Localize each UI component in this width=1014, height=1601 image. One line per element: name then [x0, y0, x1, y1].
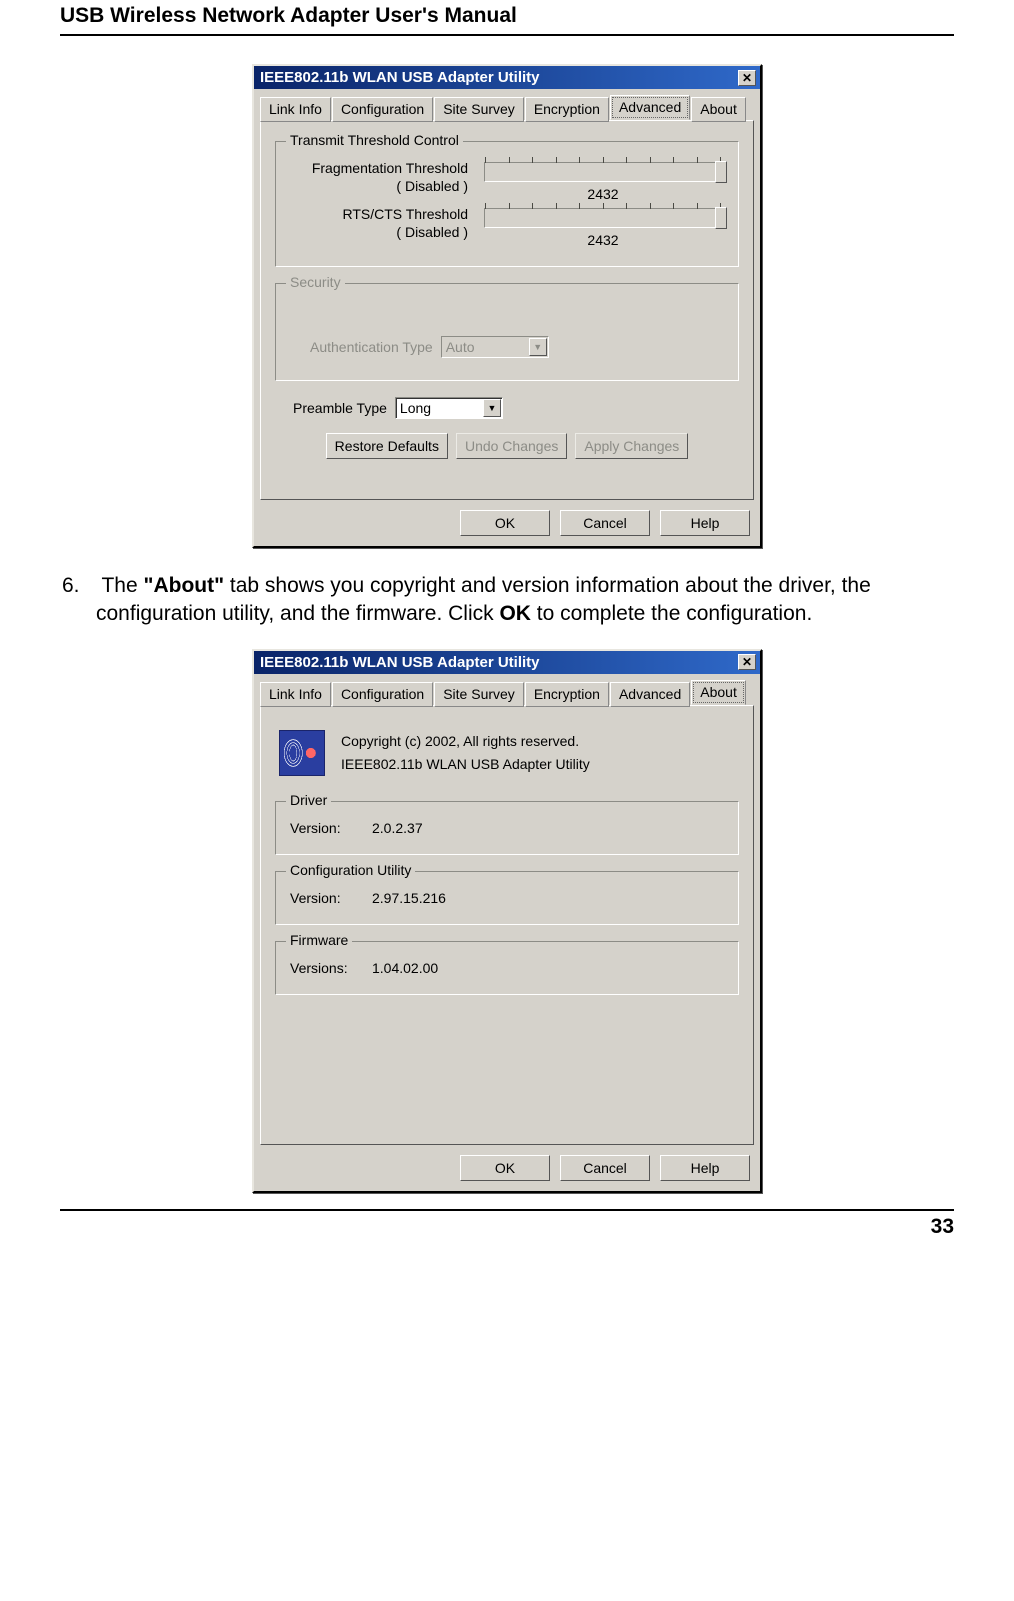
tabstrip: Link Info Configuration Site Survey Encr… [254, 674, 760, 705]
tab-about[interactable]: About [691, 97, 746, 122]
tabstrip: Link Info Configuration Site Survey Encr… [254, 89, 760, 120]
close-icon[interactable]: ✕ [738, 70, 756, 86]
firmware-version-label: Versions: [290, 960, 360, 976]
help-button[interactable]: Help [660, 510, 750, 536]
instr-bold-ok: OK [499, 602, 531, 625]
group-driver: Driver Version: 2.0.2.37 [275, 801, 739, 855]
auth-type-label: Authentication Type [310, 339, 433, 355]
cancel-button[interactable]: Cancel [560, 1155, 650, 1181]
header-rule [60, 34, 954, 36]
about-dialog: IEEE802.11b WLAN USB Adapter Utility ✕ L… [252, 649, 762, 1193]
tab-about[interactable]: About [691, 680, 746, 705]
auth-type-value: Auto [442, 339, 528, 355]
instruction-step-6: 6. The "About" tab shows you copyright a… [60, 572, 954, 629]
step-number: 6. [62, 572, 96, 600]
advanced-panel: Transmit Threshold Control Fragmentation… [260, 120, 754, 500]
tab-configuration[interactable]: Configuration [332, 97, 433, 122]
titlebar: IEEE802.11b WLAN USB Adapter Utility ✕ [254, 66, 760, 89]
rts-threshold-label: RTS/CTS Threshold ( Disabled ) [290, 206, 468, 241]
group-config-utility: Configuration Utility Version: 2.97.15.2… [275, 871, 739, 925]
config-util-version-value: 2.97.15.216 [372, 890, 446, 906]
tab-link-info[interactable]: Link Info [260, 682, 331, 707]
preamble-type-value: Long [396, 400, 482, 416]
help-button[interactable]: Help [660, 1155, 750, 1181]
driver-version-label: Version: [290, 820, 360, 836]
ok-button[interactable]: OK [460, 1155, 550, 1181]
group-firmware-legend: Firmware [286, 932, 352, 948]
group-transmit-threshold: Transmit Threshold Control Fragmentation… [275, 141, 739, 267]
wireless-icon [279, 730, 325, 776]
chevron-down-icon[interactable]: ▼ [483, 399, 501, 417]
group-firmware: Firmware Versions: 1.04.02.00 [275, 941, 739, 995]
auth-type-combo: Auto ▼ [441, 336, 549, 358]
instr-bold-about: "About" [144, 574, 225, 597]
group-driver-legend: Driver [286, 792, 331, 808]
about-text: Copyright (c) 2002, All rights reserved.… [341, 730, 590, 778]
footer-rule [60, 1209, 954, 1211]
config-util-version-label: Version: [290, 890, 360, 906]
frag-threshold-slider[interactable] [484, 162, 722, 182]
tab-advanced[interactable]: Advanced [610, 682, 690, 707]
group-config-utility-legend: Configuration Utility [286, 862, 415, 878]
slider-thumb-icon[interactable] [715, 161, 727, 183]
tab-site-survey[interactable]: Site Survey [434, 97, 524, 122]
copyright-text: Copyright (c) 2002, All rights reserved. [341, 730, 590, 754]
preamble-type-combo[interactable]: Long ▼ [395, 397, 503, 419]
frag-threshold-value: 2432 [478, 186, 728, 202]
tab-site-survey[interactable]: Site Survey [434, 682, 524, 707]
tab-encryption[interactable]: Encryption [525, 97, 609, 122]
tab-configuration[interactable]: Configuration [332, 682, 433, 707]
group-transmit-legend: Transmit Threshold Control [286, 132, 463, 148]
restore-defaults-button[interactable]: Restore Defaults [326, 433, 448, 459]
group-security-legend: Security [286, 274, 345, 290]
instr-text: to complete the configuration. [531, 602, 812, 625]
driver-version-value: 2.0.2.37 [372, 820, 423, 836]
rts-threshold-slider[interactable] [484, 208, 722, 228]
group-security: Security Authentication Type Auto ▼ [275, 283, 739, 381]
window-title: IEEE802.11b WLAN USB Adapter Utility [260, 654, 540, 671]
tab-advanced[interactable]: Advanced [610, 95, 690, 120]
close-icon[interactable]: ✕ [738, 654, 756, 670]
chevron-down-icon: ▼ [529, 338, 547, 356]
tab-link-info[interactable]: Link Info [260, 97, 331, 122]
doc-header-title: USB Wireless Network Adapter User's Manu… [60, 0, 954, 30]
tab-encryption[interactable]: Encryption [525, 682, 609, 707]
undo-changes-button: Undo Changes [456, 433, 567, 459]
cancel-button[interactable]: Cancel [560, 510, 650, 536]
ok-button[interactable]: OK [460, 510, 550, 536]
preamble-type-label: Preamble Type [293, 400, 387, 416]
slider-thumb-icon[interactable] [715, 207, 727, 229]
frag-threshold-label: Fragmentation Threshold ( Disabled ) [290, 160, 468, 195]
instr-text: The [101, 574, 143, 597]
about-panel: Copyright (c) 2002, All rights reserved.… [260, 705, 754, 1145]
titlebar: IEEE802.11b WLAN USB Adapter Utility ✕ [254, 651, 760, 674]
advanced-dialog: IEEE802.11b WLAN USB Adapter Utility ✕ L… [252, 64, 762, 548]
rts-threshold-value: 2432 [478, 232, 728, 248]
product-text: IEEE802.11b WLAN USB Adapter Utility [341, 753, 590, 777]
window-title: IEEE802.11b WLAN USB Adapter Utility [260, 69, 540, 86]
firmware-version-value: 1.04.02.00 [372, 960, 438, 976]
apply-changes-button: Apply Changes [575, 433, 688, 459]
page-number: 33 [60, 1215, 954, 1249]
